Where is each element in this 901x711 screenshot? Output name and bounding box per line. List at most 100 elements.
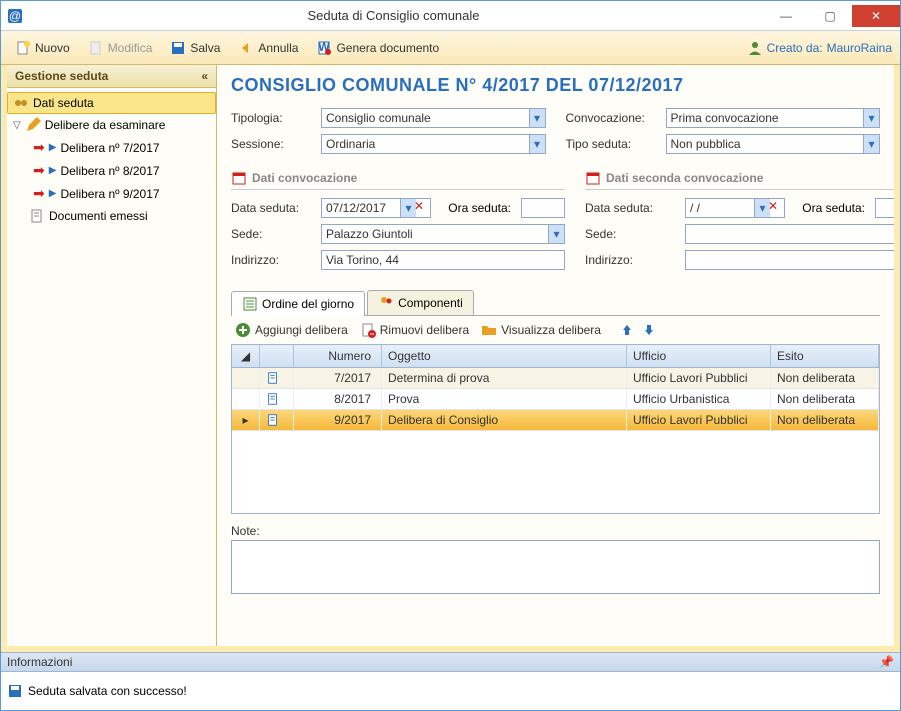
tab-ordine[interactable]: Ordine del giorno bbox=[231, 291, 365, 316]
row-handle: ▸ bbox=[232, 410, 260, 430]
sessione-label: Sessione: bbox=[231, 137, 311, 151]
maximize-button[interactable]: ▢ bbox=[808, 5, 852, 27]
close-button[interactable]: ✕ bbox=[852, 5, 900, 27]
row-esito: Non deliberata bbox=[771, 389, 879, 409]
arrow-icon: ➡ bbox=[33, 162, 45, 179]
tree-dati-seduta-label: Dati seduta bbox=[33, 96, 94, 110]
created-by-label: Creato da: bbox=[767, 41, 823, 55]
gh-oggetto[interactable]: Oggetto bbox=[382, 345, 627, 367]
list-icon bbox=[242, 296, 258, 312]
sede2-select[interactable]: ▾ bbox=[685, 224, 894, 244]
grid-row[interactable]: ▸ 9/2017Delibera di ConsiglioUfficio Lavo… bbox=[232, 410, 879, 431]
triangle-icon: ▶ bbox=[49, 165, 57, 176]
data-seduta1-input[interactable]: 07/12/2017 ▾✕ bbox=[321, 198, 431, 218]
row-doc-icon bbox=[260, 389, 294, 409]
created-by: Creato da: MauroRaina bbox=[747, 40, 892, 56]
tree-delibera-2[interactable]: ➡ ▶ Delibera nº 9/2017 bbox=[7, 182, 216, 205]
ora-seduta1-input[interactable] bbox=[521, 198, 565, 218]
convocazione-select[interactable]: Prima convocazione ▾ bbox=[666, 108, 881, 128]
clear-icon[interactable]: ✕ bbox=[766, 199, 780, 217]
expand-icon: ▽ bbox=[13, 120, 21, 131]
tree-documenti-emessi[interactable]: Documenti emessi bbox=[7, 205, 216, 227]
window-controls: ― ▢ ✕ bbox=[764, 5, 900, 27]
gh-ufficio[interactable]: Ufficio bbox=[627, 345, 771, 367]
tipologia-label: Tipologia: bbox=[231, 111, 311, 125]
rimuovi-button[interactable]: Rimuovi delibera bbox=[360, 322, 469, 338]
genera-button[interactable]: W Genera documento bbox=[310, 38, 445, 58]
note-textarea[interactable] bbox=[231, 540, 880, 594]
sidebar: Gestione seduta « Dati seduta ▽ Delibere… bbox=[7, 65, 217, 646]
ora-seduta2-input[interactable] bbox=[875, 198, 894, 218]
row-ufficio: Ufficio Urbanistica bbox=[627, 389, 771, 409]
svg-text:@: @ bbox=[9, 9, 21, 23]
aggiungi-button[interactable]: Aggiungi delibera bbox=[235, 322, 348, 338]
nuovo-label: Nuovo bbox=[35, 41, 70, 55]
note-label: Note: bbox=[231, 524, 880, 538]
dropdown-icon: ▾ bbox=[863, 109, 879, 127]
main-panel: CONSIGLIO COMUNALE N° 4/2017 DEL 07/12/2… bbox=[217, 65, 894, 646]
status-header-label: Informazioni bbox=[7, 655, 72, 669]
tab-toolbar: Aggiungi delibera Rimuovi delibera Visua… bbox=[231, 316, 880, 344]
pin-icon[interactable]: 📌 bbox=[879, 655, 894, 669]
row-ufficio: Ufficio Lavori Pubblici bbox=[627, 410, 771, 430]
annulla-button[interactable]: Annulla bbox=[232, 38, 304, 58]
sede1-label: Sede: bbox=[231, 227, 311, 241]
tipo-seduta-select[interactable]: Non pubblica ▾ bbox=[666, 134, 881, 154]
gh-numero[interactable]: Numero bbox=[294, 345, 382, 367]
grid-header: ◢ Numero Oggetto Ufficio Esito bbox=[232, 345, 879, 368]
move-up-icon[interactable] bbox=[619, 322, 635, 338]
row-esito: Non deliberata bbox=[771, 368, 879, 388]
app-window: @ Seduta di Consiglio comunale ― ▢ ✕ Nuo… bbox=[0, 0, 901, 711]
folder-icon bbox=[481, 322, 497, 338]
grid-body: 7/2017Determina di provaUfficio Lavori P… bbox=[232, 368, 879, 431]
move-down-icon[interactable] bbox=[641, 322, 657, 338]
gh-handle: ◢ bbox=[232, 345, 260, 367]
row-oggetto: Prova bbox=[382, 389, 627, 409]
status-body: Seduta salvata con successo! bbox=[1, 672, 900, 710]
tab-componenti-label: Componenti bbox=[398, 296, 463, 310]
delibere-grid: ◢ Numero Oggetto Ufficio Esito 7/2017Det… bbox=[231, 344, 880, 514]
save-icon bbox=[170, 40, 186, 56]
salva-button[interactable]: Salva bbox=[164, 38, 226, 58]
tab-componenti[interactable]: Componenti bbox=[367, 290, 474, 315]
row-numero: 9/2017 bbox=[294, 410, 382, 430]
nuovo-button[interactable]: Nuovo bbox=[9, 38, 76, 58]
ora-seduta1-label: Ora seduta: bbox=[441, 201, 511, 215]
row-esito: Non deliberata bbox=[771, 410, 879, 430]
tree-dati-seduta[interactable]: Dati seduta bbox=[7, 92, 216, 114]
tree-delibere-esaminare[interactable]: ▽ Delibere da esaminare bbox=[7, 114, 216, 136]
dropdown-icon: ▾ bbox=[548, 225, 564, 243]
document-icon: W bbox=[316, 40, 332, 56]
tree-delibera-0[interactable]: ➡ ▶ Delibera nº 7/2017 bbox=[7, 136, 216, 159]
calendar-icon bbox=[585, 170, 601, 186]
tipologia-select[interactable]: Consiglio comunale ▾ bbox=[321, 108, 546, 128]
grid-row[interactable]: 8/2017ProvaUfficio UrbanisticaNon delibe… bbox=[232, 389, 879, 410]
minimize-button[interactable]: ― bbox=[764, 5, 808, 27]
visualizza-button[interactable]: Visualizza delibera bbox=[481, 322, 601, 338]
data-seduta2-label: Data seduta: bbox=[585, 201, 675, 215]
tipologia-value: Consiglio comunale bbox=[326, 111, 431, 125]
indirizzo2-input[interactable] bbox=[685, 250, 894, 270]
gh-esito[interactable]: Esito bbox=[771, 345, 879, 367]
ora-seduta2-label: Ora seduta: bbox=[795, 201, 865, 215]
sessione-value: Ordinaria bbox=[326, 137, 375, 151]
users-icon bbox=[378, 295, 394, 311]
sede1-select[interactable]: Palazzo Giuntoli ▾ bbox=[321, 224, 565, 244]
body: Gestione seduta « Dati seduta ▽ Delibere… bbox=[1, 65, 900, 652]
clear-icon[interactable]: ✕ bbox=[412, 199, 426, 217]
tipo-seduta-value: Non pubblica bbox=[671, 137, 741, 151]
sec-dati-conv2: Dati seconda convocazione bbox=[585, 170, 894, 190]
grid-row[interactable]: 7/2017Determina di provaUfficio Lavori P… bbox=[232, 368, 879, 389]
collapse-icon[interactable]: « bbox=[201, 69, 208, 83]
data-seduta2-input[interactable]: / / ▾✕ bbox=[685, 198, 785, 218]
sessione-select[interactable]: Ordinaria ▾ bbox=[321, 134, 546, 154]
modifica-label: Modifica bbox=[108, 41, 153, 55]
indirizzo1-input[interactable] bbox=[321, 250, 565, 270]
row-doc-icon bbox=[260, 410, 294, 430]
row-oggetto: Delibera di Consiglio bbox=[382, 410, 627, 430]
rimuovi-label: Rimuovi delibera bbox=[380, 323, 469, 337]
genera-label: Genera documento bbox=[336, 41, 439, 55]
save-icon bbox=[7, 683, 23, 699]
tree-delibera-1[interactable]: ➡ ▶ Delibera nº 8/2017 bbox=[7, 159, 216, 182]
modifica-button[interactable]: Modifica bbox=[82, 38, 159, 58]
